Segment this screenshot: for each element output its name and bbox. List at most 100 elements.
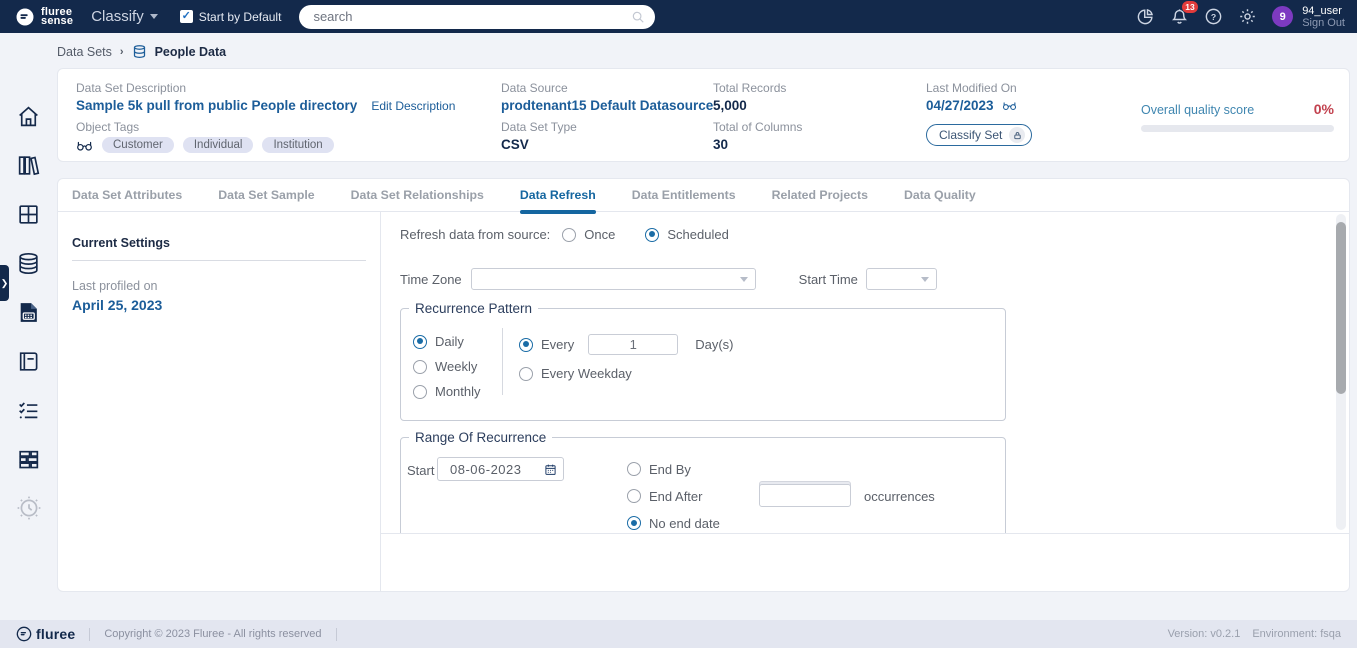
- tab-data-set-sample[interactable]: Data Set Sample: [218, 179, 314, 212]
- every-n-days-option[interactable]: Every Day(s): [519, 334, 734, 355]
- search-input[interactable]: [299, 5, 655, 29]
- username: 94_user: [1302, 5, 1345, 17]
- sidebar-item-scheduled-settings[interactable]: [16, 495, 42, 521]
- refresh-scheduled-option[interactable]: Scheduled: [645, 227, 728, 242]
- last-modified-label: Last Modified On: [926, 81, 1032, 95]
- tab-related-projects[interactable]: Related Projects: [772, 179, 868, 212]
- sign-out-link[interactable]: Sign Out: [1302, 17, 1345, 29]
- sidebar-item-checklist[interactable]: [16, 397, 42, 423]
- chevron-down-icon: [150, 14, 158, 19]
- end-by-option[interactable]: End By: [627, 457, 720, 481]
- gear-icon[interactable]: [1238, 7, 1257, 26]
- data-source-label: Data Source: [501, 81, 713, 95]
- current-settings-title: Current Settings: [72, 236, 366, 261]
- data-source-value: prodtenant15 Default Datasource: [501, 98, 713, 113]
- quality-progress-bar: [1141, 125, 1334, 132]
- start-by-default-checkbox[interactable]: ✓ Start by Default: [180, 10, 282, 24]
- every-weekday-option[interactable]: Every Weekday: [519, 366, 734, 381]
- sidebar-item-datasources[interactable]: [16, 250, 42, 276]
- total-columns-label: Total of Columns: [713, 120, 802, 134]
- no-end-date-option[interactable]: No end date: [627, 511, 720, 534]
- radio-daily[interactable]: [413, 335, 427, 349]
- every-days-input[interactable]: [588, 334, 678, 355]
- lock-icon: [1009, 127, 1025, 143]
- edit-description-link[interactable]: Edit Description: [371, 99, 455, 113]
- range-start-label: Start: [407, 463, 434, 478]
- classify-set-button[interactable]: Classify Set: [926, 124, 1032, 146]
- refresh-source-label: Refresh data from source:: [400, 227, 550, 242]
- checkbox-checked-icon: ✓: [180, 10, 193, 23]
- radio-no-end-date[interactable]: [627, 516, 641, 530]
- tag-pill[interactable]: Customer: [102, 137, 174, 153]
- timezone-select[interactable]: [471, 268, 756, 290]
- tag-pill[interactable]: Individual: [183, 137, 254, 153]
- end-after-label: End After: [649, 489, 702, 504]
- quality-score-label: Overall quality score: [1141, 103, 1254, 117]
- radio-monthly[interactable]: [413, 385, 427, 399]
- sidebar-expand-handle[interactable]: ❯: [0, 265, 9, 301]
- sidebar-item-home[interactable]: [16, 103, 42, 129]
- form-scrollbar-thumb[interactable]: [1336, 222, 1346, 394]
- radio-every-weekday[interactable]: [519, 367, 533, 381]
- radio-once[interactable]: [562, 228, 576, 242]
- fluree-logo-icon: [14, 6, 36, 28]
- breadcrumb: Data Sets › People Data: [57, 44, 226, 59]
- breadcrumb-separator: ›: [120, 46, 124, 58]
- end-by-label: End By: [649, 462, 691, 477]
- start-date-input[interactable]: [438, 462, 544, 477]
- sidebar-item-stacks[interactable]: [16, 446, 42, 472]
- occurrences-label: occurrences: [864, 489, 935, 504]
- calendar-icon[interactable]: [544, 463, 557, 476]
- avatar-initial: 9: [1280, 11, 1286, 23]
- monthly-label: Monthly: [435, 384, 481, 399]
- radio-every[interactable]: [519, 338, 533, 352]
- breadcrumb-parent[interactable]: Data Sets: [57, 45, 112, 59]
- help-icon[interactable]: ?: [1204, 7, 1223, 26]
- occurrences-input[interactable]: [759, 484, 851, 507]
- form-scrollbar-track[interactable]: [1336, 214, 1346, 530]
- tag-pill[interactable]: Institution: [262, 137, 333, 153]
- dataset-db-icon: [132, 44, 147, 59]
- every-weekday-label: Every Weekday: [541, 366, 632, 381]
- total-records-value: 5,000: [713, 98, 802, 113]
- analytics-pie-icon[interactable]: [1136, 7, 1155, 26]
- tab-data-quality[interactable]: Data Quality: [904, 179, 976, 212]
- version-text: Version: v0.2.1: [1168, 628, 1241, 640]
- svg-text:?: ?: [1211, 12, 1216, 22]
- sidebar-item-tables[interactable]: [16, 201, 42, 227]
- radio-scheduled[interactable]: [645, 228, 659, 242]
- freq-monthly-option[interactable]: Monthly: [413, 384, 502, 399]
- dataset-file-icon: [16, 300, 41, 325]
- description-value: Sample 5k pull from public People direct…: [76, 98, 357, 113]
- left-sidebar: [0, 33, 57, 620]
- tab-data-entitlements[interactable]: Data Entitlements: [632, 179, 736, 212]
- notification-badge: 13: [1182, 1, 1198, 13]
- radio-end-after[interactable]: [627, 489, 641, 503]
- database-icon: [16, 251, 41, 276]
- radio-weekly[interactable]: [413, 360, 427, 374]
- radio-end-by[interactable]: [627, 462, 641, 476]
- sidebar-item-catalog[interactable]: [16, 348, 42, 374]
- search-icon: [631, 10, 645, 24]
- start-date-field[interactable]: [437, 457, 564, 481]
- freq-weekly-option[interactable]: Weekly: [413, 359, 502, 374]
- freq-daily-option[interactable]: Daily: [413, 334, 502, 349]
- classify-set-label: Classify Set: [939, 128, 1002, 142]
- tab-data-set-relationships[interactable]: Data Set Relationships: [351, 179, 484, 212]
- data-set-type-label: Data Set Type: [501, 120, 713, 134]
- sidebar-item-datasets-active[interactable]: [16, 299, 42, 325]
- refresh-once-option[interactable]: Once: [562, 227, 615, 242]
- classify-menu[interactable]: Classify: [91, 8, 158, 25]
- dataset-detail-card: Data Set Attributes Data Set Sample Data…: [57, 178, 1350, 592]
- recurrence-pattern-legend: Recurrence Pattern: [409, 301, 538, 316]
- start-time-select[interactable]: [866, 268, 937, 290]
- avatar[interactable]: 9: [1272, 6, 1293, 27]
- sidebar-item-library[interactable]: [16, 152, 42, 178]
- end-after-option[interactable]: End After: [627, 484, 720, 508]
- fluree-sense-logo[interactable]: flureesense: [14, 6, 73, 28]
- notifications-bell-icon[interactable]: 13: [1170, 7, 1189, 26]
- tab-data-set-attributes[interactable]: Data Set Attributes: [72, 179, 182, 212]
- glasses-icon: [76, 138, 93, 153]
- quality-score-value: 0%: [1314, 101, 1334, 117]
- tab-data-refresh[interactable]: Data Refresh: [520, 179, 596, 212]
